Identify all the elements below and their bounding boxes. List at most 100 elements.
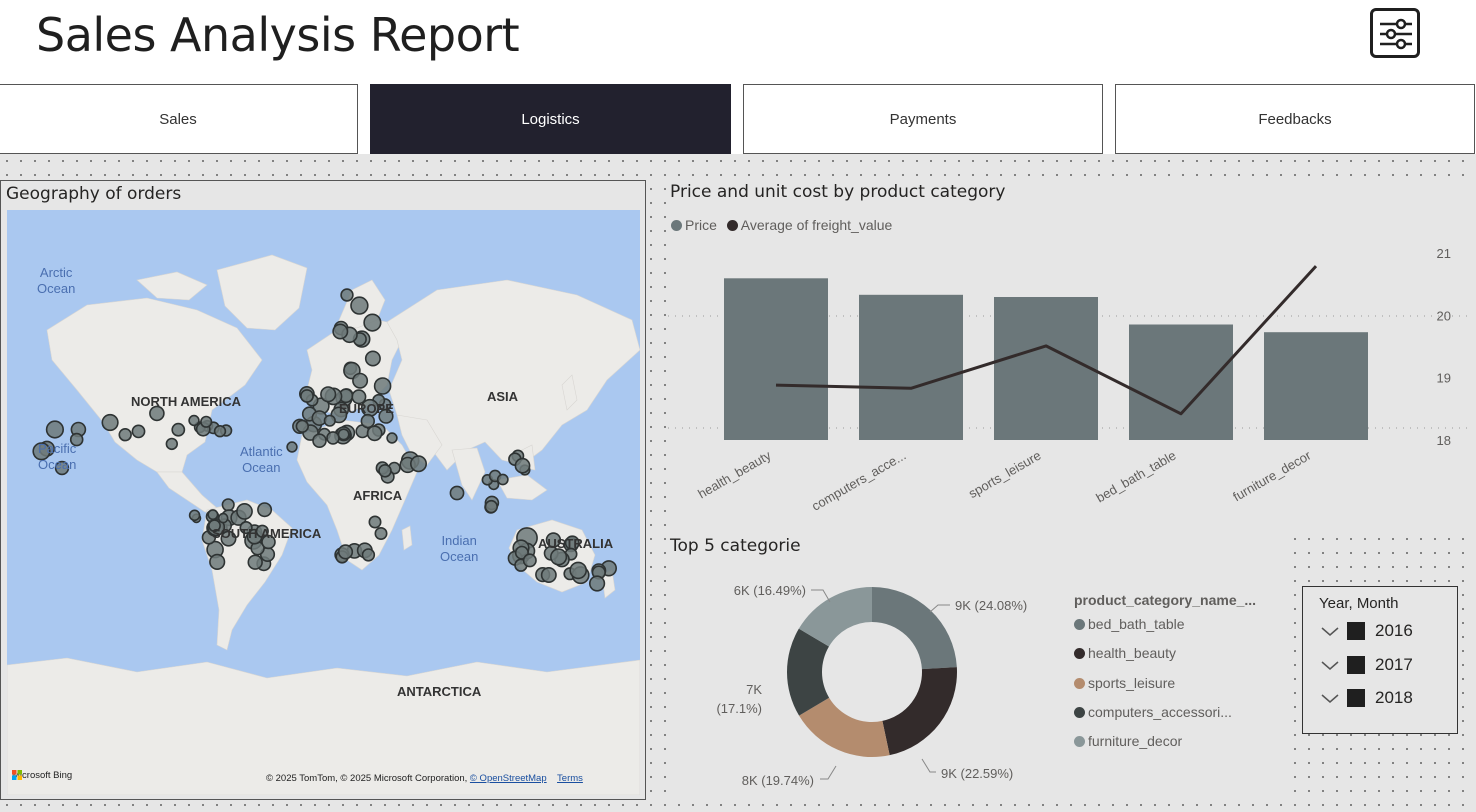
order-bubble[interactable] xyxy=(118,428,132,442)
world-map[interactable]: Arctic Ocean Pacific Ocean Atlantic Ocean I… xyxy=(7,210,640,795)
order-bubble[interactable] xyxy=(540,566,557,583)
label-north-america: NORTH AMERICA xyxy=(131,394,242,409)
y2-tick-label: 19 xyxy=(1437,371,1451,386)
terms-link[interactable]: Terms xyxy=(557,773,583,784)
tab-payments[interactable]: Payments xyxy=(743,84,1103,154)
order-bubble[interactable] xyxy=(101,413,119,432)
year-month-slicer[interactable]: Year, Month 2016 2017 2018 xyxy=(1302,586,1458,734)
order-bubble[interactable] xyxy=(188,509,201,522)
order-bubble[interactable] xyxy=(374,526,388,540)
y2-tick-label: 21 xyxy=(1437,246,1451,261)
legend-item-furniture-decor[interactable]: furniture_decor xyxy=(1074,733,1182,749)
order-bubble[interactable] xyxy=(323,414,336,427)
order-bubble[interactable] xyxy=(236,502,253,520)
order-bubble[interactable] xyxy=(364,350,381,367)
order-bubble[interactable] xyxy=(496,473,509,486)
order-bubble[interactable] xyxy=(337,544,354,560)
order-bubble[interactable] xyxy=(588,575,606,592)
tab-logistics[interactable]: Logistics xyxy=(370,84,731,154)
slicer-label: 2016 xyxy=(1375,621,1413,640)
price-bar[interactable] xyxy=(1264,332,1368,440)
legend-item-health-beauty[interactable]: health_beauty xyxy=(1074,645,1176,661)
order-bubble[interactable] xyxy=(200,415,213,428)
y2-tick-label: 20 xyxy=(1437,308,1451,323)
legend-item-computers-accessories[interactable]: computers_accessori... xyxy=(1074,704,1232,720)
order-bubble[interactable] xyxy=(549,548,568,566)
slicer-item-2018[interactable]: 2018 xyxy=(1319,685,1413,711)
checkbox[interactable] xyxy=(1347,656,1365,674)
tab-feedbacks[interactable]: Feedbacks xyxy=(1115,84,1475,154)
order-bubble[interactable] xyxy=(286,441,298,453)
x-tick-label: bed_bath_table xyxy=(1093,448,1178,506)
order-bubble[interactable] xyxy=(312,433,327,448)
order-bubble[interactable] xyxy=(257,502,273,518)
order-bubble[interactable] xyxy=(386,432,398,444)
order-bubble[interactable] xyxy=(131,424,146,439)
order-bubble[interactable] xyxy=(361,548,376,562)
legend-dot xyxy=(1074,678,1085,689)
order-bubble[interactable] xyxy=(320,386,337,403)
order-bubble[interactable] xyxy=(340,288,354,302)
category-legend-title: product_category_name_... xyxy=(1074,592,1257,608)
order-bubble[interactable] xyxy=(350,296,369,315)
checkbox[interactable] xyxy=(1347,622,1365,640)
price-bar[interactable] xyxy=(1129,324,1233,441)
legend-item-bed-bath-table[interactable]: bed_bath_table xyxy=(1074,616,1185,632)
price-bar[interactable] xyxy=(994,297,1098,440)
order-bubble[interactable] xyxy=(352,372,369,389)
donut-slice[interactable] xyxy=(882,667,957,756)
order-bubble[interactable] xyxy=(213,425,227,438)
order-bubble[interactable] xyxy=(409,455,427,473)
legend-item-sports-leisure[interactable]: sports_leisure xyxy=(1074,675,1175,691)
chevron-down-icon[interactable] xyxy=(1319,657,1341,673)
order-bubble[interactable] xyxy=(221,498,235,512)
map-attribution: © 2025 TomTom, © 2025 Microsoft Corporat… xyxy=(266,773,583,784)
label-pacific-ocean: Pacific Ocean xyxy=(38,441,77,472)
slicer-item-2016[interactable]: 2016 xyxy=(1319,618,1413,644)
chevron-down-icon[interactable] xyxy=(1319,623,1341,639)
order-bubble[interactable] xyxy=(368,515,382,529)
order-bubble[interactable] xyxy=(209,553,226,571)
order-bubble[interactable] xyxy=(366,425,383,442)
order-bubble[interactable] xyxy=(337,428,350,441)
leader-line xyxy=(921,758,936,773)
label-south-america: SOUTH AMERICA xyxy=(212,526,322,541)
price-bar[interactable] xyxy=(859,294,963,440)
order-bubble[interactable] xyxy=(165,437,179,451)
donut-slice[interactable] xyxy=(872,587,957,670)
slicer-item-2017[interactable]: 2017 xyxy=(1319,652,1413,678)
checkbox[interactable] xyxy=(1347,689,1365,707)
chevron-down-icon[interactable] xyxy=(1319,690,1341,706)
top5-donut-chart[interactable]: Top 5 categorie 9K (24.08%) 9K (22.59%) 8K… xyxy=(668,534,1288,804)
order-bubble[interactable] xyxy=(171,422,186,437)
order-bubble[interactable] xyxy=(188,414,200,427)
order-bubble[interactable] xyxy=(569,561,588,580)
order-bubble[interactable] xyxy=(300,389,314,403)
order-bubble[interactable] xyxy=(373,377,392,395)
osm-link[interactable]: © OpenStreetMap xyxy=(470,773,547,784)
order-bubble[interactable] xyxy=(295,419,309,434)
price-freight-chart[interactable]: Price and unit cost by product category … xyxy=(668,180,1468,530)
slicer-label: 2017 xyxy=(1375,655,1413,674)
x-tick-label: furniture_decor xyxy=(1230,447,1314,504)
order-bubble[interactable] xyxy=(332,323,349,340)
legend-dot xyxy=(1074,707,1085,718)
order-bubble[interactable] xyxy=(326,431,340,445)
sliders-icon[interactable] xyxy=(1370,8,1420,58)
order-bubble[interactable] xyxy=(207,509,219,521)
leader-line xyxy=(929,604,950,613)
order-bubble[interactable] xyxy=(217,512,229,524)
map-visual[interactable]: Geography of orders Arctic Ocean Pacific… xyxy=(0,180,646,800)
order-bubble[interactable] xyxy=(484,499,498,514)
order-bubble[interactable] xyxy=(514,457,531,474)
order-bubble[interactable] xyxy=(45,420,65,439)
order-bubble[interactable] xyxy=(363,313,382,332)
order-bubble[interactable] xyxy=(522,553,537,568)
donut-data-label: 6K (16.49%) xyxy=(734,583,806,598)
order-bubble[interactable] xyxy=(378,463,392,478)
order-bubble[interactable] xyxy=(449,485,465,501)
tab-sales[interactable]: Sales xyxy=(0,84,358,154)
order-bubble[interactable] xyxy=(247,554,263,570)
order-bubble[interactable] xyxy=(360,413,375,429)
price-bar[interactable] xyxy=(724,278,828,440)
